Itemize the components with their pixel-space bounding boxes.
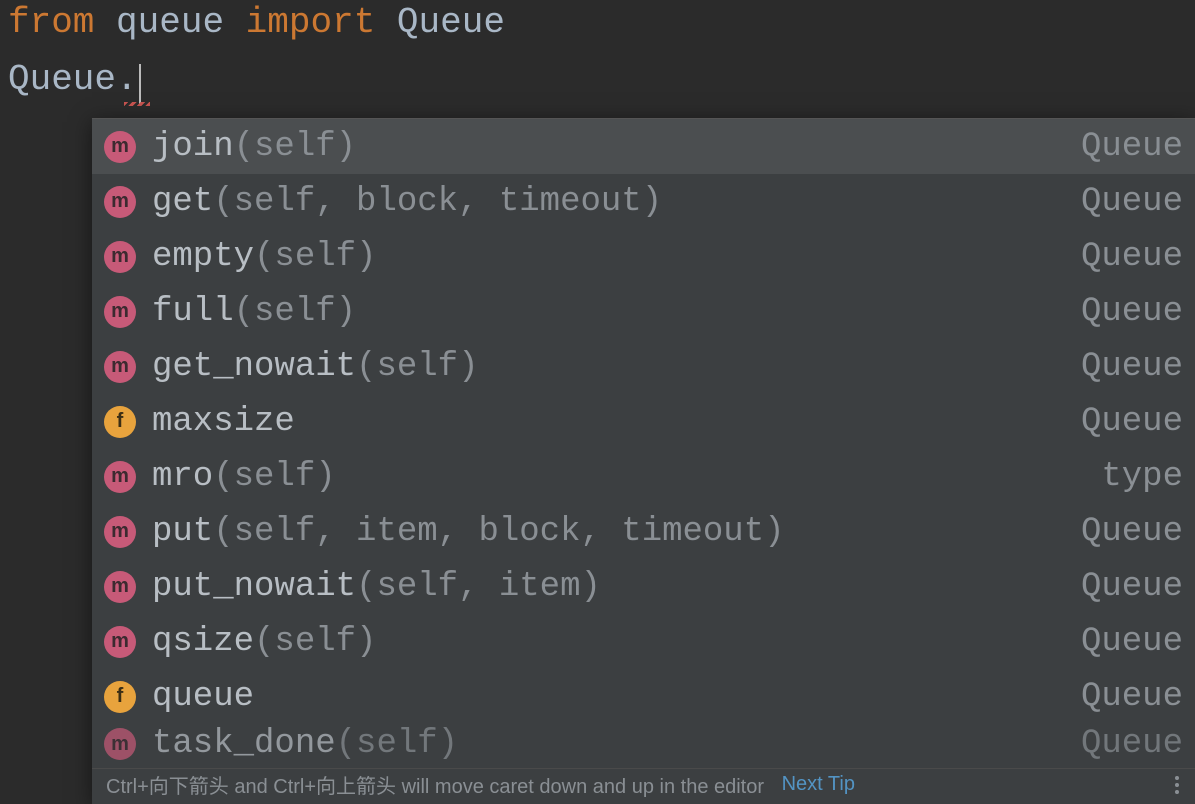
suggestion-params: (self) [356,348,478,386]
method-icon: m [104,461,136,493]
code-line-2: Queue. [8,57,1187,104]
suggestion-signature: empty(self) [152,238,1071,276]
suggestion-item[interactable]: mqsize(self)Queue [92,614,1195,669]
suggestion-signature: get_nowait(self) [152,348,1071,386]
code-editor[interactable]: from queue import Queue Queue. mjoin(sel… [0,0,1195,804]
method-icon: m [104,186,136,218]
suggestion-origin: Queue [1071,725,1183,763]
suggestion-signature: queue [152,678,1071,716]
keyword-import: import [246,2,376,43]
suggestion-item[interactable]: mfull(self)Queue [92,284,1195,339]
suggestion-signature: task_done(self) [152,725,1071,763]
more-options-icon[interactable] [1175,776,1181,794]
suggestion-name: qsize [152,623,254,661]
suggestion-params: (self, item) [356,568,601,606]
method-icon: m [104,626,136,658]
hint-text: Ctrl+向下箭头 and Ctrl+向上箭头 will move caret … [106,770,764,799]
suggestion-item[interactable]: mmro(self)type [92,449,1195,504]
suggestion-item[interactable]: fqueue Queue [92,669,1195,724]
error-squiggle [124,102,150,106]
suggestion-params: (self, block, timeout) [213,183,662,221]
class-name: Queue [397,2,505,43]
suggestion-name: put_nowait [152,568,356,606]
suggestion-origin: type [1091,458,1183,496]
suggestion-name: empty [152,238,254,276]
suggestion-name: put [152,513,213,551]
suggestion-origin: Queue [1071,678,1183,716]
suggestion-name: task_done [152,725,336,763]
field-icon: f [104,406,136,438]
suggestion-origin: Queue [1071,293,1183,331]
suggestion-name: join [152,128,234,166]
method-icon: m [104,296,136,328]
suggestion-name: mro [152,458,213,496]
suggestion-item[interactable]: mput_nowait(self, item)Queue [92,559,1195,614]
autocomplete-popup[interactable]: mjoin(self)Queuemget(self, block, timeou… [92,118,1195,804]
code-line-1: from queue import Queue [8,0,1187,47]
text-caret [139,64,141,104]
suggestion-signature: full(self) [152,293,1071,331]
suggestion-params: (self, item, block, timeout) [213,513,784,551]
module-name: queue [116,2,224,43]
suggestion-item[interactable]: mjoin(self)Queue [92,119,1195,174]
suggestion-signature: qsize(self) [152,623,1071,661]
suggestion-item[interactable]: mput(self, item, block, timeout)Queue [92,504,1195,559]
popup-footer: Ctrl+向下箭头 and Ctrl+向上箭头 will move caret … [92,768,1195,804]
method-icon: m [104,131,136,163]
suggestion-params: (self) [254,623,376,661]
code-area[interactable]: from queue import Queue Queue. [0,0,1195,104]
method-icon: m [104,516,136,548]
suggestion-origin: Queue [1071,623,1183,661]
suggestion-params: (self) [213,458,335,496]
suggestion-origin: Queue [1071,403,1183,441]
suggestion-signature: maxsize [152,403,1071,441]
suggestion-item[interactable]: mget_nowait(self)Queue [92,339,1195,394]
suggestion-signature: get(self, block, timeout) [152,183,1071,221]
suggestion-name: queue [152,678,254,716]
suggestion-origin: Queue [1071,568,1183,606]
next-tip-link[interactable]: Next Tip [782,773,855,796]
method-icon: m [104,571,136,603]
suggestion-params: (self) [234,293,356,331]
suggestion-origin: Queue [1071,128,1183,166]
suggestion-item[interactable]: mempty(self)Queue [92,229,1195,284]
suggestion-name: maxsize [152,403,295,441]
method-icon: m [104,728,136,760]
typed-text: Queue. [8,59,138,100]
suggestion-params: (self) [254,238,376,276]
suggestion-origin: Queue [1071,348,1183,386]
keyword-from: from [8,2,94,43]
suggestion-name: get [152,183,213,221]
suggestion-name: get_nowait [152,348,356,386]
method-icon: m [104,241,136,273]
suggestion-signature: join(self) [152,128,1071,166]
suggestion-origin: Queue [1071,238,1183,276]
suggestion-params: (self) [234,128,356,166]
suggestion-item[interactable]: f maxsize Queue [92,394,1195,449]
suggestion-params: (self) [336,725,458,763]
suggestion-name: full [152,293,234,331]
suggestion-signature: put(self, item, block, timeout) [152,513,1071,551]
method-icon: m [104,351,136,383]
suggestion-item[interactable]: mtask_done(self)Queue [92,724,1195,764]
suggestion-signature: mro(self) [152,458,1091,496]
suggestion-origin: Queue [1071,513,1183,551]
field-icon: f [104,681,136,713]
suggestion-signature: put_nowait(self, item) [152,568,1071,606]
suggestion-list[interactable]: mjoin(self)Queuemget(self, block, timeou… [92,119,1195,768]
suggestion-item[interactable]: mget(self, block, timeout)Queue [92,174,1195,229]
suggestion-origin: Queue [1071,183,1183,221]
